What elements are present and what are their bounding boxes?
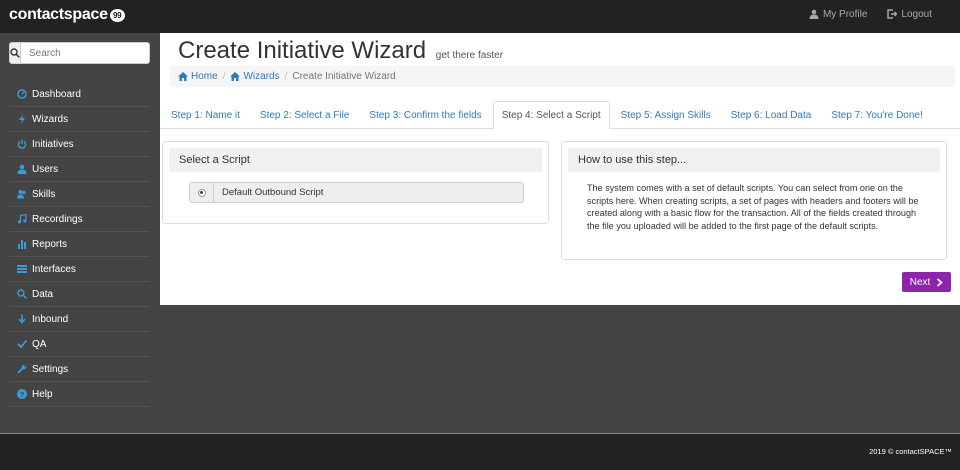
sidebar-item-help[interactable]: ? Help <box>9 382 150 407</box>
flash-icon <box>17 114 27 124</box>
search-button[interactable] <box>10 43 21 63</box>
sidebar-item-label: QA <box>32 338 47 350</box>
sidebar-item-label: Data <box>32 288 54 300</box>
tab-step-1[interactable]: Step 1: Name it <box>162 102 249 128</box>
home-icon <box>178 72 188 81</box>
sidebar-item-qa[interactable]: QA <box>9 332 150 357</box>
page-subtitle: get there faster <box>435 50 504 61</box>
page-title-text: Create Initiative Wizard <box>178 37 427 64</box>
sidebar-item-interfaces[interactable]: Interfaces <box>9 257 150 282</box>
tab-step-3[interactable]: Step 3: Confirm the fields <box>360 102 490 128</box>
bar-chart-icon <box>17 239 27 249</box>
my-profile-link[interactable]: My Profile <box>809 9 867 20</box>
page-title: Create Initiative Wizard get there faste… <box>178 37 503 65</box>
home-icon <box>230 72 241 81</box>
breadcrumb-wizards-label: Wizards <box>243 71 280 82</box>
sidebar-item-inbound[interactable]: Inbound <box>9 307 150 332</box>
footer-copyright: 2019 © contactSPACE™ <box>869 447 952 456</box>
sidebar-item-wizards[interactable]: Wizards <box>9 107 150 132</box>
sidebar-item-skills[interactable]: Skills <box>9 182 150 207</box>
sidebar-item-dashboard[interactable]: Dashboard <box>9 82 150 107</box>
search-icon <box>10 48 20 58</box>
next-button[interactable]: Next <box>902 272 951 292</box>
sidebar-item-recordings[interactable]: Recordings <box>9 207 150 232</box>
help-panel: How to use this step... The system comes… <box>561 141 947 260</box>
sidebar-item-reports[interactable]: Reports <box>9 232 150 257</box>
list-icon <box>17 264 27 274</box>
tab-step-2[interactable]: Step 2: Select a File <box>251 102 359 128</box>
sidebar-item-label: Skills <box>32 188 56 200</box>
brand-logo-text: contactspace <box>9 6 108 23</box>
svg-text:?: ? <box>20 390 25 399</box>
breadcrumb-home[interactable]: Home <box>178 71 218 82</box>
help-panel-heading: How to use this step... <box>568 148 940 172</box>
tab-step-7[interactable]: Step 7: You're Done! <box>822 102 931 128</box>
search-icon <box>17 289 27 299</box>
chevron-right-icon <box>937 277 944 287</box>
sidebar: Dashboard Wizards Initiatives Users Skil… <box>0 33 160 433</box>
sidebar-item-label: Recordings <box>32 213 83 225</box>
sidebar-item-label: Dashboard <box>32 88 81 100</box>
wizard-tabs: Step 1: Name it Step 2: Select a File St… <box>160 101 960 129</box>
next-button-label: Next <box>909 276 931 288</box>
select-script-heading: Select a Script <box>169 148 542 172</box>
logo-bubble-icon: 99 <box>109 8 125 22</box>
select-script-panel: Select a Script Default Outbound Script <box>162 141 549 224</box>
logout-icon <box>887 9 898 19</box>
sidebar-nav: Dashboard Wizards Initiatives Users Skil… <box>9 82 150 407</box>
users-icon <box>17 189 27 199</box>
wrench-icon <box>17 364 27 374</box>
sidebar-item-label: Reports <box>32 238 68 250</box>
my-profile-label: My Profile <box>822 8 868 20</box>
power-icon <box>17 139 27 149</box>
breadcrumb-home-label: Home <box>191 71 218 82</box>
sidebar-item-users[interactable]: Users <box>9 157 150 182</box>
sidebar-item-label: Initiatives <box>32 138 74 150</box>
breadcrumb-wizards[interactable]: Wizards <box>230 71 280 82</box>
script-radio[interactable] <box>197 188 206 197</box>
sidebar-item-settings[interactable]: Settings <box>9 357 150 382</box>
music-icon <box>17 214 27 224</box>
breadcrumb-separator: / <box>284 71 288 82</box>
script-option-row[interactable]: Default Outbound Script <box>189 182 524 203</box>
sidebar-item-label: Wizards <box>32 113 69 125</box>
script-option-label: Default Outbound Script <box>222 187 324 198</box>
script-radio-box[interactable] <box>190 183 214 202</box>
question-icon: ? <box>17 389 27 399</box>
sidebar-search <box>9 42 150 64</box>
breadcrumb-current: Create Initiative Wizard <box>292 71 396 82</box>
user-icon <box>17 164 27 174</box>
logout-label: Logout <box>901 8 932 20</box>
tab-step-6[interactable]: Step 6: Load Data <box>722 102 821 128</box>
breadcrumb: Home / Wizards / Create Initiative Wizar… <box>170 66 955 87</box>
check-icon <box>17 339 27 349</box>
dashboard-icon <box>17 89 27 99</box>
sidebar-item-label: Settings <box>32 363 69 375</box>
help-panel-text: The system comes with a set of default s… <box>587 183 919 231</box>
tab-step-4[interactable]: Step 4: Select a Script <box>492 101 610 129</box>
search-input[interactable] <box>21 43 149 63</box>
brand-logo[interactable]: contactspace 99 <box>9 6 125 24</box>
sidebar-item-label: Users <box>32 163 59 175</box>
sidebar-item-initiatives[interactable]: Initiatives <box>9 132 150 157</box>
footer: 2019 © contactSPACE™ <box>0 434 960 470</box>
sidebar-item-label: Inbound <box>32 313 69 325</box>
logout-link[interactable]: Logout <box>887 9 932 20</box>
user-icon <box>809 9 819 19</box>
top-nav-links: My Profile Logout <box>809 0 932 28</box>
breadcrumb-separator: / <box>222 71 226 82</box>
sidebar-item-data[interactable]: Data <box>9 282 150 307</box>
sidebar-item-label: Interfaces <box>32 263 76 275</box>
top-navbar: contactspace 99 My Profile Logout <box>0 0 960 33</box>
main-content: Create Initiative Wizard get there faste… <box>160 33 960 305</box>
arrow-down-icon <box>17 314 27 324</box>
tab-step-5[interactable]: Step 5: Assign Skills <box>612 102 720 128</box>
sidebar-item-label: Help <box>32 388 53 400</box>
